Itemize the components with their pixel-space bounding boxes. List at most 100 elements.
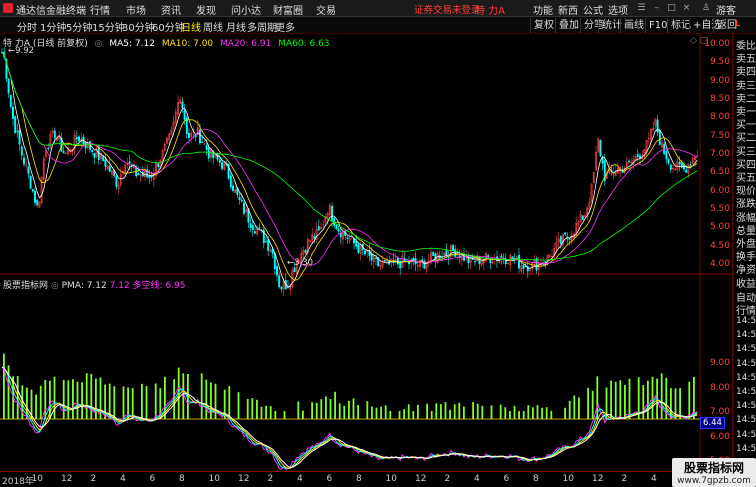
guest-label[interactable]: 游客 [716,2,736,17]
indicator-bar [44,379,47,419]
indicator-bar [320,399,323,419]
menu-trade[interactable]: 交易 [316,2,336,17]
menu-ask[interactable]: 问小达 [231,2,261,17]
candle-body [559,236,562,245]
indicator-bar [62,380,65,419]
period-7[interactable]: 周线 [203,19,223,34]
time-axis-label: 12 [415,474,427,484]
indicator-bar [205,379,208,419]
maximize-icon[interactable]: □ [666,3,677,13]
candle-body [346,237,349,239]
candle-body [104,159,107,167]
candle-body [636,154,639,157]
period-1[interactable]: 1分钟 [40,19,66,34]
candle-body [658,129,661,146]
tick-time: 14:56 [736,443,756,454]
indicator-bar [536,405,539,419]
candle-body [75,137,78,140]
candle-body [304,250,307,253]
time-axis-label: 10 [31,474,43,484]
tick-time: 14:55 [736,316,756,326]
indicator-bar [587,387,589,419]
price-axis-label: 6.50 [709,167,730,178]
period-6[interactable]: 日线 [181,19,201,34]
menu-wealth[interactable]: 财富圈 [273,2,303,17]
candle-body [238,196,241,201]
candle-body [331,206,333,221]
indicator-bar [573,395,576,419]
tool-button-4[interactable]: 画线 [620,18,647,33]
menu-market[interactable]: 市场 [126,2,146,17]
period-9[interactable]: 多周期 [247,19,277,34]
quote-field-label: 收益 [736,278,756,290]
title-stock-name: 特 力A [475,6,506,17]
period-2[interactable]: 5分钟 [66,19,92,34]
candle-body [278,275,281,288]
price-axis-label: 4.50 [709,240,730,251]
period-4[interactable]: 30分钟 [122,19,155,34]
candle-body [31,189,34,192]
indicator-bar [3,353,5,419]
app-logo-icon [3,3,13,13]
tool-button-1[interactable]: 叠加 [555,18,582,33]
min-price-label: ←3.30 [287,258,314,268]
indicator-bar [352,398,355,419]
indicator-bar [343,405,346,419]
user-icon[interactable]: ♙ [698,3,714,13]
candle-body [207,147,210,159]
menu-function[interactable]: 功能 [533,2,553,17]
close-icon[interactable]: × [681,3,692,13]
candle-body [293,267,296,272]
candle-body [205,145,208,150]
candles [1,47,699,297]
indicator-bar [380,406,382,419]
candle-body [78,136,80,142]
indicator-settings-icon[interactable]: ◎ [51,281,59,291]
indicator-bar [384,405,387,419]
menu-formula[interactable]: 公式 [583,2,603,17]
candle-body [157,163,160,167]
menu-options[interactable]: 选项 [608,2,628,17]
indicator-bar [256,399,258,419]
candle-body [93,152,96,158]
watermark: 股票指标网 www.7gpzb.com [672,458,756,487]
panel-l-label: L [735,19,741,28]
candle-body [628,160,630,163]
period-0[interactable]: 分时 [17,19,37,34]
kline-chart[interactable] [0,34,732,471]
time-axis-label: 6 [503,474,510,484]
candle-body [258,227,261,229]
candle-body [150,176,153,178]
candle-body [280,286,283,290]
menu-new-west[interactable]: 新西 [558,2,578,17]
menu-news[interactable]: 资讯 [161,2,181,17]
candle-body [364,250,366,255]
tool-button-0[interactable]: 复权 [530,18,557,33]
login-warning[interactable]: 证券交易未登录 [414,2,481,16]
minimize-icon[interactable]: – [651,3,662,13]
time-axis-label: 6 [149,474,156,484]
menu-quotes[interactable]: 行情 [90,2,110,17]
candle-body [16,130,19,132]
indicator-bar [269,405,272,419]
indicator-bar [527,405,530,419]
period-8[interactable]: 月线 [226,19,246,34]
indicator-bar [127,387,129,419]
candle-body [689,164,692,166]
dkx-label: 多空线: 6.95 [132,281,186,291]
price-axis-label: 5.50 [709,204,730,214]
candle-body [581,215,584,220]
menu-discover[interactable]: 发现 [196,2,216,17]
auto-quote-label: 行情 [736,306,756,317]
indicator-bar [440,404,442,419]
period-10[interactable]: 更多 [275,19,295,34]
indicator-bar [591,390,594,419]
app-name: 通达信金融终端 [16,6,86,17]
menu-icon[interactable]: ☰ [636,3,647,13]
indicator-bar [371,406,373,419]
period-5[interactable]: 60分钟 [152,19,185,34]
period-3[interactable]: 15分钟 [92,19,125,34]
candle-body [383,259,386,262]
indicator-bar [449,409,451,419]
candle-body [137,173,140,176]
